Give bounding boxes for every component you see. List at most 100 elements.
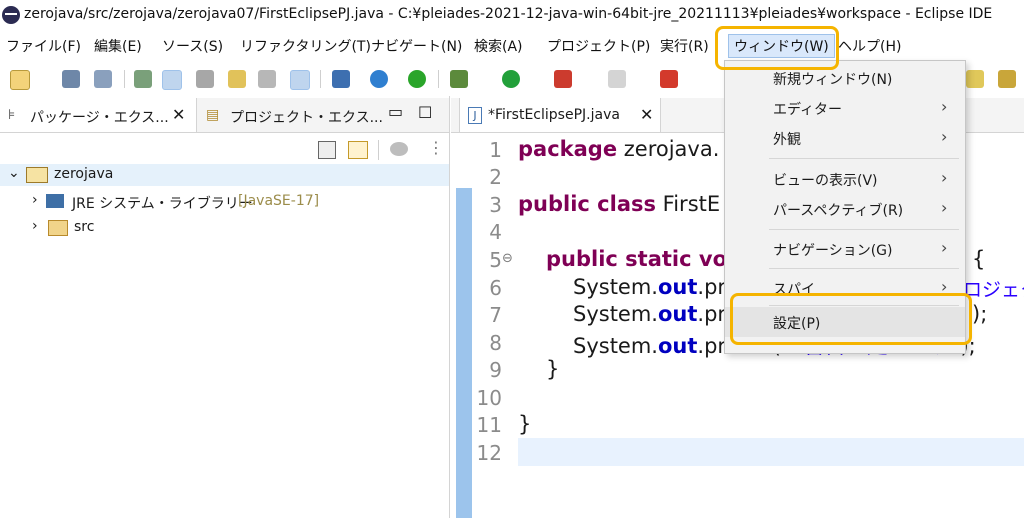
chevron-right-icon[interactable]: › xyxy=(32,218,38,234)
menu-item-label: エディター xyxy=(773,102,843,118)
code-line-1: package zerojava. xyxy=(518,137,719,161)
chevron-right-icon: › xyxy=(941,127,948,146)
line-number: 5 xyxy=(489,248,502,272)
menu-item-editor[interactable]: エディター › xyxy=(725,93,965,123)
console-icon[interactable] xyxy=(332,70,350,88)
line-number: 1 xyxy=(489,138,502,162)
line-number: 6 xyxy=(489,276,502,300)
line-number: 4 xyxy=(489,220,502,244)
package-explorer-icon: ⊧ xyxy=(8,107,16,123)
library-icon xyxy=(46,194,64,208)
view-menu-icon[interactable]: ⋮ xyxy=(428,138,444,157)
stop-icon[interactable] xyxy=(608,70,626,88)
chevron-right-icon[interactable]: › xyxy=(32,192,38,208)
highlight-window-menu xyxy=(715,26,839,70)
menu-run[interactable]: 実行(R) xyxy=(660,36,709,56)
menu-item-label: パースペクティブ(R) xyxy=(773,203,904,219)
field-out: out xyxy=(657,302,698,326)
line-number: 11 xyxy=(476,413,502,437)
new-folder-icon[interactable] xyxy=(966,70,984,88)
change-marker xyxy=(456,188,472,518)
menu-refactor[interactable]: リファクタリング(T) xyxy=(240,36,371,56)
run-icon[interactable] xyxy=(502,70,520,88)
menu-item-appearance[interactable]: 外観 › xyxy=(725,123,965,153)
line-number: 10 xyxy=(476,386,502,410)
menu-item-perspective[interactable]: パースペクティブ(R) › xyxy=(725,194,965,224)
save-all-icon[interactable] xyxy=(94,70,112,88)
debug-icon[interactable] xyxy=(450,70,468,88)
code-text: System. xyxy=(573,302,658,326)
maximize-icon[interactable]: ☐ xyxy=(418,103,432,122)
annotation-icon[interactable] xyxy=(228,70,246,88)
tab-firsteclipsepj-java[interactable]: J *FirstEclipsePJ.java ✕ xyxy=(459,98,661,132)
close-icon[interactable]: ✕ xyxy=(172,105,185,124)
menu-item-label: 外観 xyxy=(773,132,801,148)
tree-item-project[interactable]: ⌄ zerojava xyxy=(0,164,449,186)
code-line-5: public static vo xyxy=(546,247,727,271)
left-panel-tabs: ⊧ パッケージ・エクス... ✕ ▤ プロジェクト・エクス... ▭ ☐ xyxy=(0,98,449,133)
menu-search[interactable]: 検索(A) xyxy=(474,36,523,56)
menu-item-show-view[interactable]: ビューの表示(V) › xyxy=(725,164,965,194)
code-text: System. xyxy=(573,334,658,358)
toolbar-separator xyxy=(124,70,125,88)
close-icon[interactable]: ✕ xyxy=(640,105,653,124)
minimize-icon[interactable]: ▭ xyxy=(388,102,403,121)
block-select-icon[interactable] xyxy=(258,70,276,88)
code-line-3: public class FirstE xyxy=(518,192,720,216)
tab-project-explorer-label: プロジェクト・エクス... xyxy=(230,110,383,126)
tab-project-explorer[interactable]: ▤ プロジェクト・エクス... ▭ ☐ xyxy=(198,98,449,132)
java-file-icon: J xyxy=(468,107,482,124)
tree-jre-tag: [JavaSE-17] xyxy=(238,193,320,209)
chevron-right-icon: › xyxy=(941,198,948,217)
external-tools-icon[interactable] xyxy=(554,70,572,88)
chevron-right-icon: › xyxy=(941,97,948,116)
tree-jre-label: JRE システム・ライブラリー xyxy=(72,196,253,212)
code-text: zerojava. xyxy=(617,137,720,161)
line-number: 8 xyxy=(489,331,502,355)
menu-help[interactable]: ヘルプ(H) xyxy=(838,36,901,56)
code-text: System. xyxy=(573,275,658,299)
settings-icon[interactable] xyxy=(370,70,388,88)
link-icon[interactable] xyxy=(196,70,214,88)
fold-icon[interactable]: ⊖ xyxy=(502,251,513,266)
menu-navigate[interactable]: ナビゲート(N) xyxy=(371,36,462,56)
show-whitespace-icon[interactable] xyxy=(290,70,310,90)
view-toolbar-separator xyxy=(378,140,379,160)
save-icon[interactable] xyxy=(62,70,80,88)
code-line-7: System.out.pr xyxy=(573,302,726,326)
menu-item-navigation[interactable]: ナビゲーション(G) › xyxy=(725,234,965,264)
code-line-7-tail: ); xyxy=(972,302,988,326)
breakpoint-icon[interactable] xyxy=(134,70,152,88)
chevron-down-icon[interactable]: ⌄ xyxy=(8,165,20,181)
code-line-9: } xyxy=(546,357,560,381)
filter-icon[interactable] xyxy=(390,142,408,156)
current-line-highlight xyxy=(518,438,1024,466)
keyword: package xyxy=(518,137,618,161)
tree-src-label: src xyxy=(74,219,95,235)
menu-project[interactable]: プロジェクト(P) xyxy=(547,36,650,56)
project-folder-icon xyxy=(26,167,48,183)
menu-separator xyxy=(769,229,959,230)
chevron-right-icon: › xyxy=(941,168,948,187)
code-line-6: System.out.pr xyxy=(573,275,726,299)
highlight-preferences-item xyxy=(730,293,972,345)
menu-source[interactable]: ソース(S) xyxy=(162,36,223,56)
line-number: 12 xyxy=(476,441,502,465)
bookmark-icon[interactable] xyxy=(660,70,678,88)
toolbar-separator xyxy=(320,70,321,88)
menu-file[interactable]: ファイル(F) xyxy=(6,36,81,56)
package-explorer-panel xyxy=(0,96,450,518)
tab-package-explorer[interactable]: ⊧ パッケージ・エクス... ✕ xyxy=(0,98,197,132)
tree-item-src[interactable]: › src xyxy=(0,216,449,240)
title-bar: zerojava/src/zerojava/zerojava07/FirstEc… xyxy=(0,0,1024,30)
menu-edit[interactable]: 編集(E) xyxy=(94,36,142,56)
tasks-icon[interactable] xyxy=(998,70,1016,88)
link-with-editor-icon[interactable] xyxy=(348,141,368,159)
new-icon[interactable] xyxy=(10,70,30,90)
server-icon[interactable] xyxy=(408,70,426,88)
code-text: .pr xyxy=(697,302,727,326)
mark-occurrences-icon[interactable] xyxy=(162,70,182,90)
tree-item-jre[interactable]: › JRE システム・ライブラリー [JavaSE-17] xyxy=(0,190,449,214)
collapse-all-icon[interactable] xyxy=(318,141,336,159)
eclipse-app-icon xyxy=(2,6,20,24)
